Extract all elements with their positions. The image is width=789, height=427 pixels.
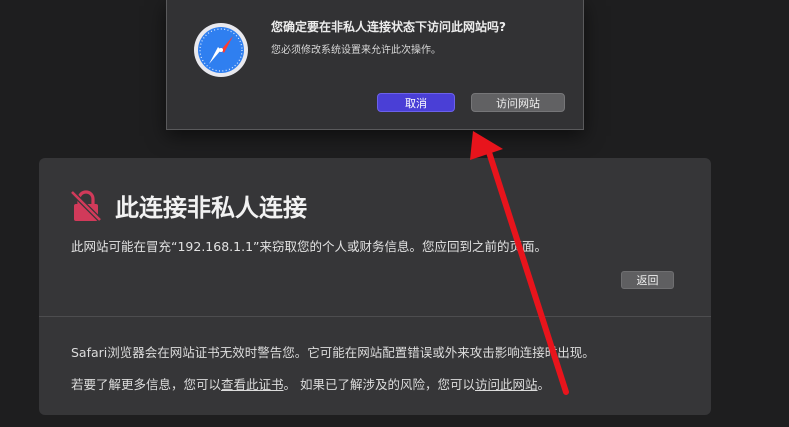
more-info-prefix: 若要了解更多信息，您可以 bbox=[71, 377, 222, 392]
more-info-line: 若要了解更多信息，您可以查看此证书。 如果已了解涉及的风险，您可以访问此网站。 bbox=[71, 374, 550, 393]
more-info-suffix: 。 bbox=[537, 377, 551, 392]
back-button[interactable]: 返回 bbox=[621, 271, 674, 289]
visit-site-link[interactable]: 访问此网站 bbox=[475, 377, 538, 392]
more-info-middle: 。 如果已了解涉及的风险，您可以 bbox=[283, 377, 476, 392]
safari-compass-icon bbox=[194, 23, 248, 77]
visit-website-button[interactable]: 访问网站 bbox=[471, 93, 565, 112]
view-certificate-link[interactable]: 查看此证书 bbox=[221, 377, 284, 392]
privacy-warning-panel: 此连接非私人连接 此网站可能在冒充“192.168.1.1”来窃取您的个人或财务… bbox=[39, 158, 711, 415]
divider bbox=[39, 316, 711, 317]
warning-description: 此网站可能在冒充“192.168.1.1”来窃取您的个人或财务信息。您应回到之前… bbox=[71, 239, 547, 254]
alert-title: 您确定要在非私人连接状态下访问此网站吗? bbox=[271, 20, 506, 34]
cancel-button[interactable]: 取消 bbox=[377, 93, 455, 112]
page-title: 此连接非私人连接 bbox=[115, 194, 307, 222]
certificate-info-text: Safari浏览器会在网站证书无效时警告您。它可能在网站配置错误或外来攻击影响连… bbox=[71, 345, 595, 360]
security-alert-dialog: 您确定要在非私人连接状态下访问此网站吗? 您必须修改系统设置来允许此次操作。 取… bbox=[166, 0, 584, 130]
alert-message: 您必须修改系统设置来允许此次操作。 bbox=[271, 45, 441, 56]
broken-lock-icon bbox=[70, 190, 102, 222]
